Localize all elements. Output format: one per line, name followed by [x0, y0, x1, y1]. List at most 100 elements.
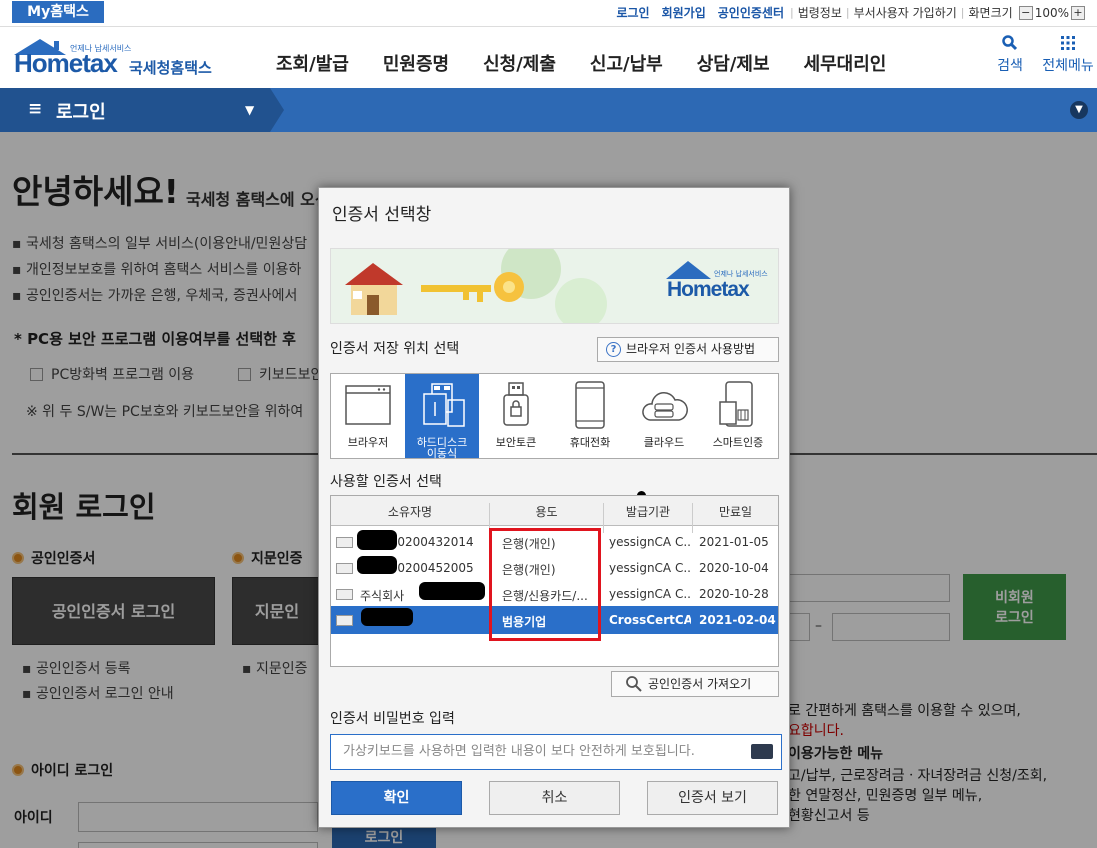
confirm-button[interactable]: 확인	[331, 781, 462, 815]
cell-issuer: yessignCA C...	[609, 535, 691, 549]
cell-issuer: yessignCA C...	[609, 587, 691, 601]
certificate-icon	[336, 615, 353, 626]
virtual-keyboard-icon[interactable]	[751, 744, 773, 759]
certificate-icon	[336, 589, 353, 600]
join-link[interactable]: 회원가입	[662, 4, 706, 21]
nav-report-pay[interactable]: 신고/납부	[590, 50, 663, 76]
menu-title: 로그인	[56, 102, 106, 123]
header-icons: 검색 전체메뉴	[981, 35, 1097, 75]
nav-apply[interactable]: 신청/제출	[483, 50, 556, 76]
page: { "util": { "my_hometax": "My홈택스", "logi…	[0, 0, 1097, 848]
location-label: 보안토큰	[495, 436, 537, 449]
header: 언제나 납세서비스 Hometax 국세청홈택스 조회/발급 민원증명 신청/제…	[0, 27, 1097, 88]
divider: |	[845, 6, 850, 19]
chevron-down-icon[interactable]: ▼	[1070, 101, 1088, 119]
col-issuer[interactable]: 발급기관	[604, 503, 692, 520]
certificate-icon	[336, 537, 353, 548]
grid-menu-icon	[1061, 36, 1075, 50]
nav-civil-cert[interactable]: 민원증명	[383, 50, 449, 76]
question-icon: ?	[606, 342, 621, 357]
cell-expiry: 2021-02-04	[699, 613, 776, 627]
screen-size-label: 화면크기	[968, 6, 1013, 20]
nav-tax-agent[interactable]: 세무대리인	[804, 50, 887, 76]
nav-consult[interactable]: 상담/제보	[697, 50, 770, 76]
location-label: 하드디스크 이동식	[416, 436, 468, 460]
search-icon	[1002, 35, 1018, 51]
smart-auth-icon	[719, 381, 753, 427]
cell-expiry: 2020-10-04	[699, 561, 769, 575]
password-label: 인증서 비밀번호 입력	[330, 711, 455, 727]
global-nav: 조회/발급 민원증명 신청/제출 신고/납부 상담/제보 세무대리인	[276, 50, 920, 76]
cert-select-label: 사용할 인증서 선택	[330, 474, 442, 490]
all-menu-label: 전체메뉴	[1042, 58, 1094, 74]
browser-cert-help-button[interactable]: ? 브라우저 인증서 사용방법	[597, 337, 779, 362]
location-browser[interactable]: 브라우저	[331, 374, 405, 458]
cert-center-link[interactable]: 공인인증센터	[718, 4, 784, 21]
certificate-dialog: 인증서 선택창 언제나 납세서비스 Hometax 인증서 저장 위치 선택 ?…	[318, 187, 790, 828]
cell-owner: )00200432014	[385, 535, 474, 549]
import-cert-button[interactable]: 공인인증서 가져오기	[611, 671, 779, 697]
location-label: 클라우드	[643, 436, 685, 449]
col-usage[interactable]: 용도	[490, 503, 603, 520]
location-bar: ≡ 로그인 ▼ ▼	[0, 88, 1097, 132]
col-owner[interactable]: 소유자명	[331, 503, 489, 520]
utility-links: 로그인 회원가입 공인인증센터 | 법령정보 | 부서사용자 가입하기 | 화면…	[610, 4, 1087, 21]
redaction-mark	[419, 582, 485, 600]
hamburger-icon: ≡	[28, 99, 43, 119]
cell-issuer: yessignCA C...	[609, 561, 691, 575]
cell-expiry: 2020-10-28	[699, 587, 769, 601]
menu-dropdown[interactable]: ≡ 로그인 ▼	[0, 88, 270, 132]
table-header: 소유자명 용도 발급기관 만료일	[331, 496, 778, 533]
cloud-icon	[642, 392, 688, 421]
view-cert-button[interactable]: 인증서 보기	[647, 781, 778, 815]
dialog-banner: 언제나 납세서비스 Hometax	[330, 248, 779, 324]
dept-join-link[interactable]: 부서사용자 가입하기	[854, 4, 957, 21]
banner-logo: Hometax	[667, 278, 750, 301]
location-label: 브라우저	[347, 436, 389, 449]
cancel-button[interactable]: 취소	[489, 781, 620, 815]
zoom-in-button[interactable]: +	[1071, 5, 1085, 20]
cell-expiry: 2021-01-05	[699, 535, 769, 549]
usage-highlight-box	[489, 528, 601, 641]
harddisk-icon	[423, 383, 465, 427]
col-expiry[interactable]: 만료일	[693, 503, 778, 520]
bar-arrow	[270, 88, 284, 132]
hometax-logo[interactable]: 언제나 납세서비스 Hometax 국세청홈택스	[12, 35, 217, 81]
search-label: 검색	[997, 58, 1023, 74]
caret-down-icon: ▼	[245, 103, 255, 117]
dialog-title: 인증서 선택창	[332, 205, 432, 225]
all-menu-button[interactable]: 전체메뉴	[1039, 35, 1097, 75]
zoom-out-button[interactable]: −	[1018, 5, 1033, 20]
browser-icon	[345, 385, 391, 425]
utility-bar: My홈택스 로그인 회원가입 공인인증센터 | 법령정보 | 부서사용자 가입하…	[0, 0, 1097, 27]
cert-password-input[interactable]: 가상키보드를 사용하면 입력한 내용이 보다 안전하게 보호됩니다.	[330, 734, 782, 770]
divider: |	[790, 6, 794, 19]
location-label: 스마트인증	[712, 436, 764, 449]
location-mobile-phone[interactable]: 휴대전화	[553, 374, 627, 458]
location-harddisk[interactable]: 하드디스크 이동식	[405, 374, 479, 460]
logo-korean: 국세청홈택스	[129, 59, 212, 77]
redaction-mark	[357, 556, 397, 574]
divider: |	[960, 6, 965, 19]
storage-location-label: 인증서 저장 위치 선택	[330, 341, 460, 357]
certificate-icon	[336, 563, 353, 574]
password-placeholder: 가상키보드를 사용하면 입력한 내용이 보다 안전하게 보호됩니다.	[343, 744, 695, 759]
zoom-level: 100%	[1034, 5, 1069, 20]
search-button[interactable]: 검색	[981, 35, 1039, 75]
location-label: 휴대전화	[569, 436, 611, 449]
security-token-icon	[503, 382, 529, 426]
law-info-link[interactable]: 법령정보	[798, 4, 842, 21]
logo-text: Hometax	[14, 48, 118, 78]
cell-owner: )00200452005	[385, 561, 474, 575]
location-cloud[interactable]: 클라우드	[627, 374, 701, 458]
redaction-mark	[357, 530, 397, 550]
my-hometax-tab[interactable]: My홈택스	[12, 1, 104, 23]
nav-inquiry[interactable]: 조회/발급	[276, 50, 349, 76]
location-smart-auth[interactable]: 스마트인증	[701, 374, 775, 458]
login-link[interactable]: 로그인	[616, 4, 649, 21]
location-security-token[interactable]: 보안토큰	[479, 374, 553, 458]
cell-issuer: CrossCertCA3	[609, 613, 691, 627]
mobile-phone-icon	[575, 381, 605, 429]
redaction-mark	[361, 608, 413, 626]
magnifier-icon	[626, 676, 642, 692]
